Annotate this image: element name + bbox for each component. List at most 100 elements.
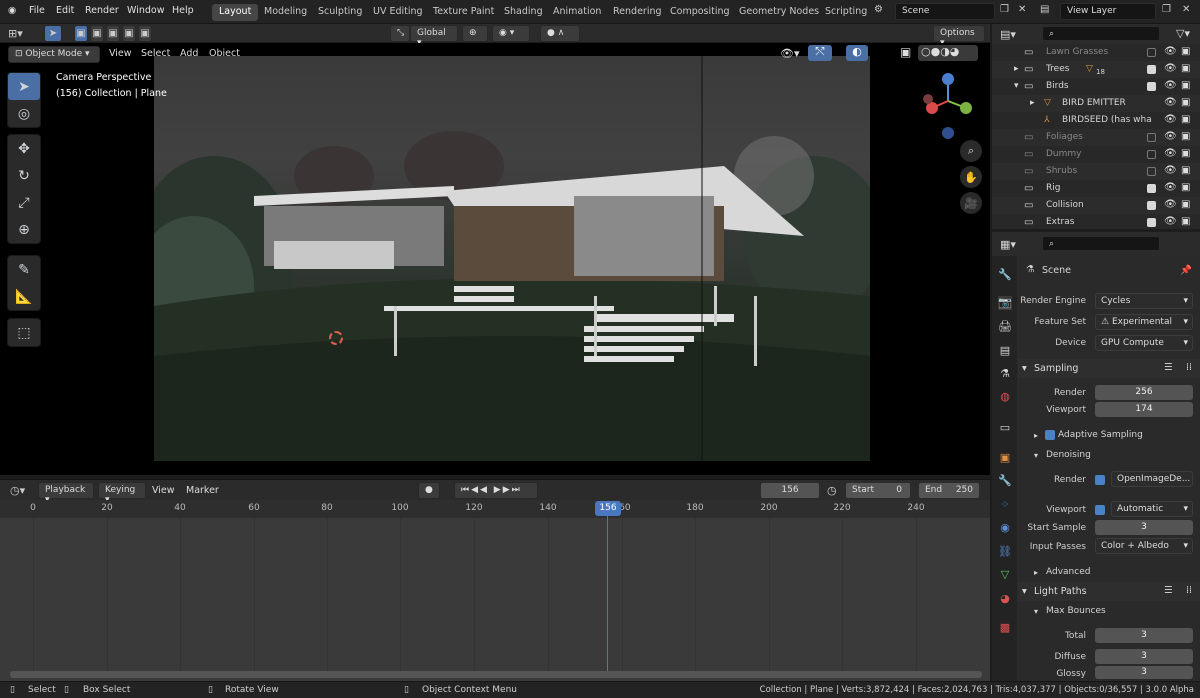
eye-icon[interactable]: 👁 [1164,63,1177,74]
list-icon[interactable]: ☰ [1164,362,1173,373]
exclude-checkbox[interactable] [1147,184,1156,193]
visibility-icon[interactable]: 👁▾ [780,47,800,60]
tab-geometry-nodes[interactable]: Geometry Nodes [732,4,826,21]
exclude-checkbox[interactable] [1147,48,1156,57]
end-frame-field[interactable]: End 250 [918,482,980,499]
eye-icon[interactable]: 👁 [1164,80,1177,91]
drag-handle-icon[interactable]: ⁞⁞ [1186,362,1192,373]
exclude-checkbox[interactable] [1147,201,1156,210]
properties-search[interactable]: ⌕ [1042,236,1160,251]
modifier-tab-icon[interactable]: 🔧 [998,474,1012,488]
eye-icon[interactable]: 👁 [1164,165,1177,176]
feature-set-dropdown[interactable]: ⚠ Experimental ▾ [1095,314,1193,330]
camera-icon[interactable]: ▣ [1181,199,1190,210]
denoise-render-checkbox[interactable] [1095,475,1105,485]
measure-icon[interactable]: 📐 [8,283,40,310]
options-dropdown[interactable]: Options ▾ [933,25,985,48]
collapse-icon[interactable]: ▾ [1034,607,1038,616]
expand-icon[interactable]: ▸ [1030,98,1035,108]
outliner-row[interactable]: ▸ ▽ BIRD EMITTER 👁 ▣ [992,95,1200,112]
playback-controls[interactable]: ⏮◀◀ ▶▶⏭ [454,482,538,499]
menu-marker[interactable]: Marker [186,485,219,496]
timeline-scrollbar[interactable] [10,671,982,678]
scene-field[interactable]: Scene [895,3,995,20]
navigation-gizmo[interactable] [918,71,982,141]
denoise-viewport-checkbox[interactable] [1095,505,1105,515]
camera-icon[interactable]: ▣ [1181,216,1190,227]
exclude-checkbox[interactable] [1147,150,1156,159]
render-tab-icon[interactable]: 📷 [998,296,1012,310]
tab-sculpting[interactable]: Sculpting [311,4,369,21]
exclude-checkbox[interactable] [1147,167,1156,176]
select-box-icon[interactable]: ➤ [8,73,40,100]
view-layer-icon[interactable]: ▤ [1040,4,1049,15]
drag-handle-icon[interactable]: ⁞⁞ [1186,585,1192,596]
scene-tab-icon[interactable]: ⚗ [998,367,1012,381]
tool-tab-icon[interactable]: 🔧 [998,268,1012,282]
outliner-row[interactable]: ▭ Collision 👁 ▣ [992,197,1200,214]
eye-icon[interactable]: 👁 [1164,46,1177,57]
zoom-icon[interactable]: ⌕ [960,140,982,162]
scene-icon[interactable]: ⚙ [874,4,883,15]
record-icon[interactable]: ● [418,482,440,499]
collection-tab-icon[interactable]: ▭ [998,421,1012,435]
data-tab-icon[interactable]: ▽ [998,568,1012,582]
close-icon[interactable]: ✕ [1182,4,1190,15]
select-intersect-icon[interactable]: ▣ [138,25,152,42]
texture-tab-icon[interactable]: ▩ [998,621,1012,635]
tab-compositing[interactable]: Compositing [663,4,737,21]
menu-file[interactable]: File [29,5,45,16]
tab-modeling[interactable]: Modeling [257,4,314,21]
collapse-icon[interactable]: ▾ [1034,451,1038,460]
outliner-row[interactable]: ▾ ▭ Birds 👁 ▣ [992,78,1200,95]
tab-uv-editing[interactable]: UV Editing [366,4,430,21]
tab-shading[interactable]: Shading [497,4,550,21]
copy-icon[interactable]: ❐ [1000,4,1009,15]
camera-icon[interactable]: ▣ [1181,80,1190,91]
timeline-ruler[interactable]: 0 20 40 60 80 100 120 140 160 180 200 22… [0,500,990,678]
menu-help[interactable]: Help [172,5,194,16]
tab-scripting[interactable]: Scripting [818,4,874,21]
diffuse-bounces-field[interactable]: 3 [1095,649,1193,664]
start-frame-field[interactable]: Start 0 [845,482,911,499]
list-icon[interactable]: ☰ [1164,585,1173,596]
outliner-row[interactable]: ▭ Foliages 👁 ▣ [992,129,1200,146]
camera-icon[interactable]: ▣ [1181,46,1190,57]
properties-type-icon[interactable]: ▦▾ [1000,238,1016,251]
viewport-samples-field[interactable]: 174 [1095,402,1193,417]
object-tab-icon[interactable]: ▣ [998,451,1012,465]
camera-icon[interactable]: ▣ [1181,148,1190,159]
expand-icon[interactable]: ▸ [1014,64,1019,74]
menu-window[interactable]: Window [127,5,164,16]
light-paths-panel-header[interactable]: ▾ Light Paths ☰ ⁞⁞ [1018,582,1200,601]
blender-logo-icon[interactable]: ◉ [8,5,16,16]
view-layer-tab-icon[interactable]: ▤ [998,344,1012,358]
tab-layout[interactable]: Layout [212,4,259,21]
exclude-checkbox[interactable] [1147,218,1156,227]
3d-viewport[interactable]: ⊡ Object Mode ▾ View Select Add Object C… [0,43,990,475]
stopwatch-icon[interactable]: ◷ [827,484,837,497]
cursor-icon[interactable]: ◎ [8,100,40,127]
eye-icon[interactable]: 👁 [1164,114,1177,125]
adaptive-sampling-checkbox[interactable] [1045,430,1055,440]
outliner[interactable]: ▤▾ ⌕ ▽▾ ▭ Lawn Grasses 👁 ▣ ▸ ▭ Trees ▽ 1… [992,24,1200,229]
camera-icon[interactable]: ▣ [1181,165,1190,176]
input-passes-dropdown[interactable]: Color + Albedo ▾ [1095,538,1193,554]
menu-edit[interactable]: Edit [56,5,74,16]
select-extend-icon[interactable]: ▣ [90,25,104,42]
outliner-row[interactable]: ▭ Shrubs 👁 ▣ [992,163,1200,180]
camera-icon[interactable]: ▣ [1181,182,1190,193]
clock-icon[interactable]: ◷▾ [10,484,25,497]
overlay-icon[interactable]: ◐ [846,45,868,61]
select-mode-icon[interactable]: ▣ [74,25,88,42]
keying-menu[interactable]: Keying ▾ [98,482,146,505]
mode-dropdown[interactable]: ⊡ Object Mode ▾ [8,46,100,63]
material-tab-icon[interactable]: ◕ [998,592,1012,606]
view-layer-field[interactable]: View Layer [1060,3,1156,20]
expand-icon[interactable]: ▸ [1034,431,1038,440]
scale-icon[interactable]: ⤢ [8,189,40,216]
eye-icon[interactable]: 👁 [1164,216,1177,227]
menu-view[interactable]: View [109,48,132,59]
select-tool-icon[interactable]: ➤ [44,25,62,42]
close-icon[interactable]: ✕ [1018,4,1026,15]
